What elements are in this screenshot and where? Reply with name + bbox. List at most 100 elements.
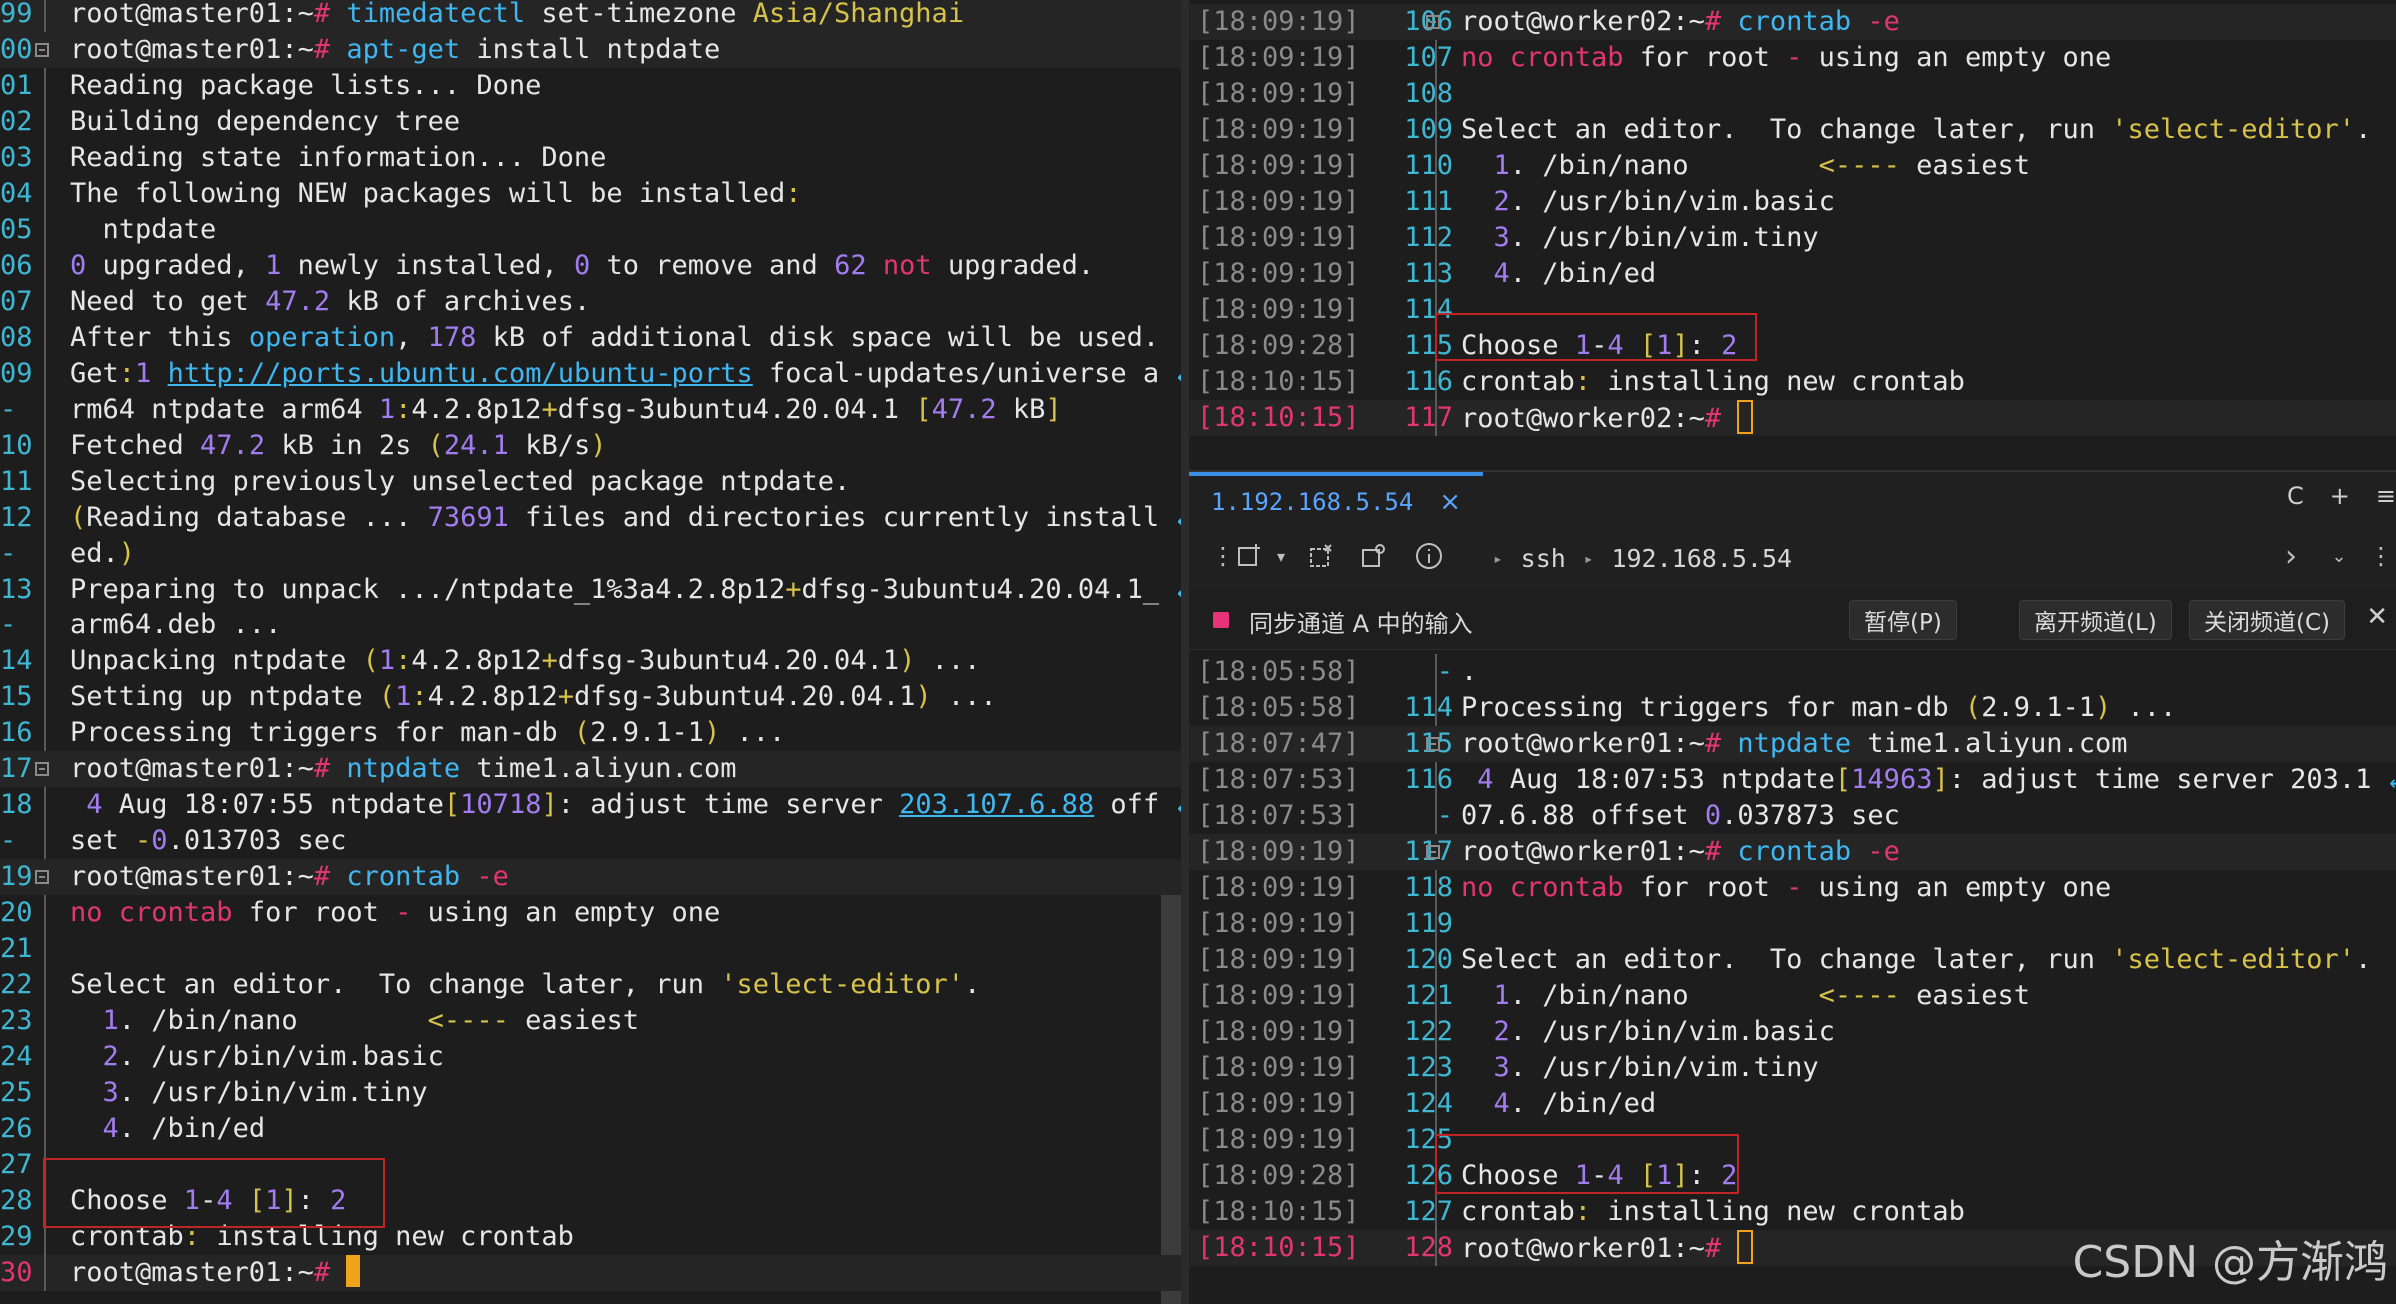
output-line[interactable]: [18:09:19] 122 2. /usr/bin/vim.basic <box>1189 1013 2396 1050</box>
terminal-pane-worker01[interactable]: [18:05:58] -. [18:05:58] 114 Processing trig… <box>1189 650 2396 1304</box>
text-segment[interactable]: http://ports.ubuntu.com/ubuntu-ports <box>168 358 753 389</box>
output-line[interactable]: [18:09:19] 123 3. /usr/bin/vim.tiny <box>1189 1049 2396 1086</box>
collapse-icon[interactable] <box>1426 15 1440 29</box>
text-segment: for root <box>1623 41 1787 73</box>
output-line[interactable]: [18:09:19] 118 no crontab for root - using… <box>1189 869 2396 906</box>
command-line[interactable]: [18:09:19] 106 root@worker02:~# crontab -e <box>1189 4 2396 40</box>
output-line[interactable]: 16 Processing triggers for man-db (2.9.1-… <box>0 715 1181 752</box>
pane-divider[interactable] <box>1181 0 1189 1304</box>
line-text: . <box>1461 654 1477 690</box>
terminal-pane-master01[interactable]: 99 root@master01:~# timedatectl set-timez… <box>0 0 1181 1304</box>
output-line[interactable]: 10 Fetched 47.2 kB in 2s (24.1 kB/s) <box>0 427 1181 464</box>
pause-button[interactable]: 暂停(P) <box>1849 600 1957 640</box>
output-line[interactable]: 24 2. /usr/bin/vim.basic <box>0 1039 1181 1076</box>
more-icon[interactable]: ⋮ <box>2365 540 2396 572</box>
command-line[interactable]: [18:07:47] 115 root@worker01:~# ntpdate ti… <box>1189 725 2396 762</box>
output-line[interactable]: [18:09:19] 108 <box>1189 75 2396 112</box>
output-line[interactable]: 12 (Reading database ... 73691 files and … <box>0 499 1181 536</box>
output-line[interactable]: 25 3. /usr/bin/vim.tiny <box>0 1075 1181 1112</box>
output-line[interactable]: 04 The following NEW packages will be ins… <box>0 175 1181 212</box>
close-icon[interactable]: ✕ <box>2366 602 2388 632</box>
output-line[interactable]: - arm64.deb ... <box>0 607 1181 644</box>
output-line[interactable]: - set -0.013703 sec <box>0 823 1181 860</box>
output-line[interactable]: 13 Preparing to unpack .../ntpdate_1%3a4.… <box>0 571 1181 608</box>
terminal-pane-worker02[interactable]: [18:09:19] 106 root@worker02:~# crontab -e… <box>1189 0 2396 470</box>
duplicate-icon[interactable] <box>1357 540 1389 572</box>
output-line[interactable]: 23 1. /bin/nano <---- easiest <box>0 1003 1181 1040</box>
output-line[interactable]: [18:10:15] 127 crontab: installing new cro… <box>1189 1193 2396 1230</box>
output-line[interactable]: [18:09:19] 124 4. /bin/ed <box>1189 1085 2396 1122</box>
output-line[interactable]: 02 Building dependency tree <box>0 103 1181 140</box>
output-line[interactable]: [18:09:28] 126 Choose 1-4 [1]: 2 <box>1189 1157 2396 1194</box>
output-line[interactable]: 09 Get:1 http://ports.ubuntu.com/ubuntu-p… <box>0 355 1181 392</box>
output-line[interactable]: [18:09:28] 115 Choose 1-4 [1]: 2 <box>1189 327 2396 364</box>
collapse-icon[interactable] <box>1426 844 1440 859</box>
output-line[interactable]: 11 Selecting previously unselected packag… <box>0 463 1181 500</box>
output-line[interactable]: 15 Setting up ntpdate (1:4.2.8p12+dfsg-3u… <box>0 679 1181 716</box>
command-line[interactable]: 99 root@master01:~# timedatectl set-timez… <box>0 0 1181 32</box>
output-line[interactable]: [18:09:19] 119 <box>1189 905 2396 942</box>
output-line[interactable]: [18:09:19] 114 <box>1189 291 2396 328</box>
menu-icon[interactable]: ≡ <box>2376 482 2396 510</box>
command-line[interactable]: 19 root@master01:~# crontab -e <box>0 859 1181 896</box>
output-line[interactable]: [18:10:15] 116 crontab: installing new cro… <box>1189 363 2396 400</box>
output-line[interactable]: [18:09:19] 110 1. /bin/nano <---- easiest <box>1189 147 2396 184</box>
host-label[interactable]: 192.168.5.54 <box>1611 544 1792 573</box>
output-line[interactable]: - rm64 ntpdate arm64 1:4.2.8p12+dfsg-3ubu… <box>0 391 1181 428</box>
output-line[interactable]: 18 4 Aug 18:07:55 ntpdate[10718]: adjust… <box>0 787 1181 824</box>
output-line[interactable]: [18:07:53] -07.6.88 offset 0.037873 sec <box>1189 797 2396 834</box>
command-line[interactable]: [18:09:19] 117 root@worker01:~# crontab -e <box>1189 833 2396 870</box>
output-line[interactable]: 03 Reading state information... Done <box>0 139 1181 176</box>
text-segment[interactable]: 203.107.6.88 <box>899 789 1094 820</box>
close-channel-button[interactable]: 关闭频道(C) <box>2189 600 2346 640</box>
collapse-icon[interactable] <box>35 42 49 57</box>
c-button[interactable]: C <box>2287 482 2304 510</box>
collapse-icon[interactable] <box>35 870 49 885</box>
command-line[interactable]: 17 root@master01:~# ntpdate time1.aliyun.… <box>0 751 1181 788</box>
output-line[interactable]: - ed.) <box>0 535 1181 572</box>
session-tab[interactable]: 1.192.168.5.54 × <box>1189 472 1484 528</box>
detach-icon[interactable] <box>1305 540 1337 572</box>
output-line[interactable]: [18:09:19] 113 4. /bin/ed <box>1189 255 2396 292</box>
output-line[interactable]: [18:09:19] 120 Select an editor. To change… <box>1189 941 2396 978</box>
text-segment: 3 <box>1493 221 1510 253</box>
output-line[interactable]: 05 ntpdate <box>0 211 1181 248</box>
command-line[interactable]: [18:10:15] 117 root@worker02:~# <box>1189 399 2396 436</box>
output-line[interactable]: 26 4. /bin/ed <box>0 1111 1181 1148</box>
leave-channel-button[interactable]: 离开频道(L) <box>2019 600 2172 640</box>
command-line[interactable]: 30 root@master01:~# <box>0 1254 1181 1291</box>
info-icon[interactable] <box>1413 540 1445 572</box>
text-segment: using an empty one <box>1802 871 2112 903</box>
close-tab-icon[interactable]: × <box>1439 487 1461 517</box>
output-line[interactable]: [18:09:19] 107 no crontab for root - using… <box>1189 39 2396 76</box>
chevron-down-icon[interactable]: ▾ <box>1265 540 1297 572</box>
output-line[interactable]: 22 Select an editor. To change later, run… <box>0 967 1181 1004</box>
chevron-right-icon[interactable]: › <box>2275 539 2307 574</box>
output-line[interactable]: 08 After this operation, 178 kB of additi… <box>0 319 1181 356</box>
address-bar[interactable]: ▸ ssh ▸ 192.168.5.54 <box>1493 538 2373 578</box>
output-line[interactable]: 07 Need to get 47.2 kB of archives. <box>0 283 1181 320</box>
new-session-icon[interactable] <box>1233 540 1265 572</box>
new-tab-icon[interactable]: + <box>2330 482 2350 510</box>
output-line[interactable]: [18:09:19] 109 Select an editor. To change… <box>1189 111 2396 148</box>
line-number: 08 <box>0 321 33 353</box>
output-line[interactable]: [18:07:53] 116 4 Aug 18:07:53 ntpdate[149… <box>1189 761 2396 798</box>
output-line[interactable]: [18:05:58] -. <box>1189 654 2396 690</box>
collapse-icon[interactable] <box>35 762 49 777</box>
protocol-label[interactable]: ssh <box>1521 544 1566 573</box>
text-segment <box>70 1077 103 1108</box>
output-line[interactable]: 20 no crontab for root - using an empty o… <box>0 895 1181 932</box>
command-line[interactable]: 00 root@master01:~# apt-get install ntpda… <box>0 31 1181 68</box>
collapse-icon[interactable] <box>1426 736 1440 751</box>
output-line[interactable]: [18:09:19] 125 <box>1189 1121 2396 1158</box>
output-line[interactable]: [18:09:19] 112 3. /usr/bin/vim.tiny <box>1189 219 2396 256</box>
output-line[interactable]: [18:09:19] 121 1. /bin/nano <---- easiest <box>1189 977 2396 1014</box>
output-line[interactable]: 01 Reading package lists... Done <box>0 67 1181 104</box>
chevron-down-icon[interactable]: ⌄ <box>2323 540 2355 572</box>
output-line[interactable]: [18:05:58] 114 Processing triggers for man… <box>1189 689 2396 726</box>
output-line[interactable]: 21 <box>0 931 1181 968</box>
line-number: - <box>1436 656 1453 687</box>
output-line[interactable]: 06 0 upgraded, 1 newly installed, 0 to re… <box>0 247 1181 284</box>
output-line[interactable]: 14 Unpacking ntpdate (1:4.2.8p12+dfsg-3ub… <box>0 643 1181 680</box>
output-line[interactable]: [18:09:19] 111 2. /usr/bin/vim.basic <box>1189 183 2396 220</box>
